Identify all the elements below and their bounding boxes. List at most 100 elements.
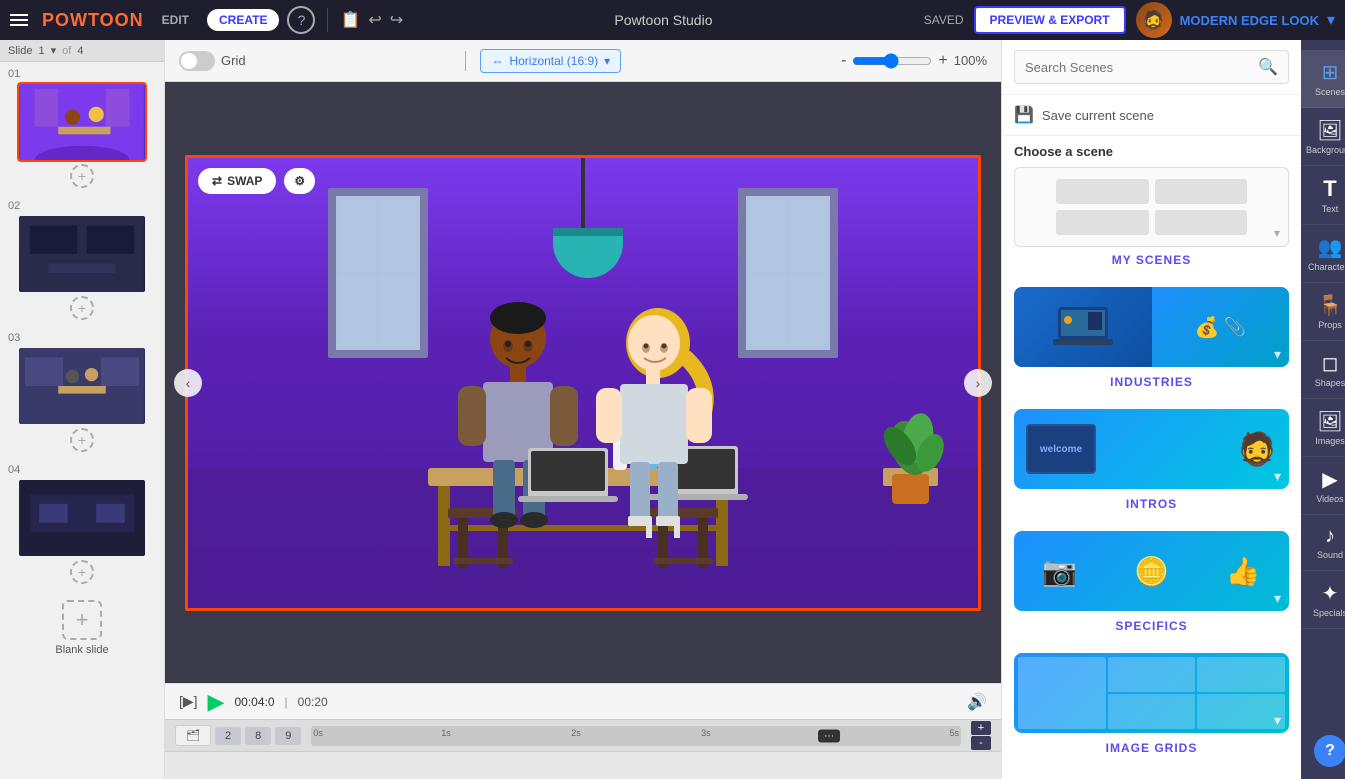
sidebar-item-props[interactable]: 🪑 Props — [1301, 283, 1345, 341]
ig-cell-2 — [1108, 657, 1196, 692]
ruler-ticks: 0s 1s 2s 3s 4s 5s — [311, 726, 961, 746]
app-title: Powtoon Studio — [411, 12, 916, 28]
props-icon: 🪑 — [1318, 293, 1343, 318]
slide-add-2[interactable]: + — [70, 296, 94, 320]
slide-thumb-1[interactable] — [17, 82, 147, 162]
slide-thumb-2[interactable] — [17, 214, 147, 294]
settings-button[interactable]: ⚙ — [284, 168, 315, 194]
slide-dropdown-icon[interactable]: ▾ — [51, 44, 57, 57]
scene-svg — [188, 158, 978, 608]
sidebar-item-sound[interactable]: ♪ Sound — [1301, 515, 1345, 571]
search-scenes-input[interactable] — [1025, 60, 1252, 75]
frame-play-icon[interactable]: [▶] — [179, 693, 198, 710]
ig-cell-5 — [1197, 694, 1285, 729]
image-grids-card-image: ▾ — [1014, 653, 1289, 733]
chevron-down-icon[interactable]: ▾ — [1327, 10, 1335, 30]
canvas-toolbar: Grid ⇔ Horizontal (16:9) ▾ - + 100% — [165, 40, 1001, 82]
slide-thumb-inner-2 — [19, 216, 145, 292]
my-scene-cell-2 — [1155, 179, 1248, 204]
specials-icon-label: Specials — [1313, 608, 1345, 618]
specifics-card-image: 📷 🪙 👍 ▾ — [1014, 531, 1289, 611]
sidebar-item-images[interactable]: 🖼 Images — [1301, 399, 1345, 457]
scene-controls: ⇄ SWAP ⚙ — [198, 168, 315, 194]
menu-icon[interactable] — [10, 14, 28, 26]
my-scenes-box[interactable]: ▾ — [1014, 167, 1289, 247]
zoom-minus-button[interactable]: - — [841, 52, 846, 70]
slide-panel: Slide 1 ▾ of 4 01 — [0, 40, 165, 779]
videos-icon-label: Videos — [1316, 494, 1343, 504]
zoom-plus-button[interactable]: + — [938, 52, 947, 70]
search-scenes-box[interactable]: 🔍 — [1014, 50, 1289, 84]
timeline-btn-1[interactable]: 🗂 — [175, 725, 211, 746]
my-scene-cell-1 — [1056, 179, 1149, 204]
swap-button[interactable]: ⇄ SWAP — [198, 168, 276, 194]
sidebar-item-text[interactable]: T Text — [1301, 166, 1345, 225]
zoom-slider[interactable] — [852, 53, 932, 69]
scenes-header: 🔍 — [1002, 40, 1301, 95]
intros-card[interactable]: welcome 🧔 ▾ — [1014, 409, 1289, 489]
scenes-icon: ⊞ — [1322, 60, 1339, 85]
zoom-control: - + 100% — [841, 52, 987, 70]
image-grids-card[interactable]: ▾ — [1014, 653, 1289, 733]
timeline-zoom-minus[interactable]: - — [971, 736, 991, 750]
slide-add-3[interactable]: + — [70, 428, 94, 452]
prev-slide-button[interactable]: ‹ — [174, 369, 202, 397]
specifics-card[interactable]: 📷 🪙 👍 ▾ — [1014, 531, 1289, 611]
time-separator: | — [285, 695, 288, 709]
sidebar-item-videos[interactable]: ▶ Videos — [1301, 457, 1345, 515]
preview-export-button[interactable]: PREVIEW & EXPORT — [974, 6, 1126, 34]
next-slide-button[interactable]: › — [964, 369, 992, 397]
stage-background[interactable]: ⇄ SWAP ⚙ — [188, 158, 978, 608]
create-button[interactable]: CREATE — [207, 9, 279, 31]
timeline-btn-4[interactable]: 9 — [275, 727, 301, 745]
specifics-label: SPECIFICS — [1014, 613, 1289, 641]
industries-card[interactable]: 💰 📎 ▾ — [1014, 287, 1289, 367]
slide-thumb-3[interactable] — [17, 346, 147, 426]
save-current-scene-button[interactable]: 💾 Save current scene — [1002, 95, 1301, 136]
slide-add-4[interactable]: + — [70, 560, 94, 584]
help-bubble-button[interactable]: ? — [1314, 735, 1345, 767]
specials-icon: ✦ — [1322, 581, 1339, 606]
top-bar: POWTOON EDIT CREATE ? 📋 ↩ ↪ Powtoon Stud… — [0, 0, 1345, 40]
characters-icon: 👥 — [1318, 235, 1343, 260]
play-button[interactable]: ▶ — [208, 691, 225, 713]
my-scenes-section: ▾ MY SCENES — [1002, 167, 1301, 287]
add-blank-slide-button[interactable]: + — [62, 600, 102, 640]
slide-add-1[interactable]: + — [70, 164, 94, 188]
sidebar-item-specials[interactable]: ✦ Specials — [1301, 571, 1345, 629]
slide-thumb-4[interactable] — [17, 478, 147, 558]
specifics-chevron: ▾ — [1274, 590, 1281, 607]
timeline-controls: 🗂 2 8 9 0s 1s 2s 3s 4s 5s ··· — [165, 720, 1001, 752]
question-icon: ? — [298, 12, 306, 28]
grid-toggle-switch[interactable] — [179, 51, 215, 71]
avatar-image: 🧔 — [1142, 10, 1164, 31]
sidebar-item-scenes[interactable]: ⊞ Scenes — [1301, 50, 1345, 108]
sidebar-item-characters[interactable]: 👥 Characters — [1301, 225, 1345, 283]
industries-image-inner: 💰 📎 — [1014, 287, 1289, 367]
my-scenes-label: MY SCENES — [1014, 247, 1289, 275]
industries-label: INDUSTRIES — [1014, 369, 1289, 397]
undo-icon[interactable]: ↩ — [368, 10, 381, 30]
playback-bar: [▶] ▶ 00:04:0 | 00:20 🔊 — [165, 683, 1001, 719]
timeline-btn-2[interactable]: 2 — [215, 727, 241, 745]
orientation-button[interactable]: ⇔ Horizontal (16:9) ▾ — [480, 49, 621, 73]
redo-icon[interactable]: ↪ — [390, 10, 403, 30]
tick-2s: 2s — [571, 728, 581, 738]
timeline-track[interactable]: 0s 1s 2s 3s 4s 5s ··· — [311, 726, 961, 746]
intros-image-inner: welcome 🧔 — [1014, 409, 1289, 489]
help-button[interactable]: ? — [287, 6, 315, 34]
divider — [327, 8, 328, 32]
grid-toggle[interactable]: Grid — [179, 51, 246, 71]
timeline-btn-3[interactable]: 8 — [245, 727, 271, 745]
edit-button[interactable]: EDIT — [152, 9, 199, 31]
sidebar-item-shapes[interactable]: ◻ Shapes — [1301, 341, 1345, 399]
blank-slide-area[interactable]: + Blank slide — [0, 590, 164, 666]
image-grids-section: ▾ IMAGE GRIDS — [1002, 653, 1301, 775]
orientation-label: Horizontal (16:9) — [509, 54, 598, 68]
sidebar-item-background[interactable]: 🖼 Background — [1301, 108, 1345, 166]
notes-icon[interactable]: 📋 — [340, 10, 360, 30]
volume-icon[interactable]: 🔊 — [967, 692, 987, 712]
timeline-zoom-plus[interactable]: + — [971, 721, 991, 735]
search-icon[interactable]: 🔍 — [1258, 57, 1278, 77]
timeline-marker: ··· — [818, 729, 840, 742]
